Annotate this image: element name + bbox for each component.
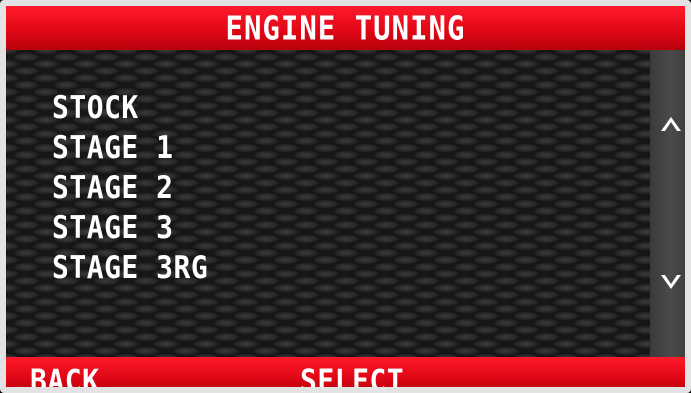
menu-item-stage-3[interactable]: STAGE 3 xyxy=(52,206,208,250)
device-screen: ENGINE TUNING STOCK STAGE 1 STAGE 2 STAG… xyxy=(0,0,691,393)
menu-item-stage-2[interactable]: STAGE 2 xyxy=(52,166,208,210)
chevron-down-icon-shape xyxy=(660,275,681,289)
menu-panel: STOCK STAGE 1 STAGE 2 STAGE 3 STAGE 3RG xyxy=(6,50,650,357)
scrollbar[interactable] xyxy=(650,50,685,357)
menu-item-stage-3rg[interactable]: STAGE 3RG xyxy=(52,246,208,290)
chevron-up-icon-shape xyxy=(660,117,681,131)
back-button[interactable]: BACK xyxy=(30,363,99,387)
select-button[interactable]: SELECT xyxy=(300,363,404,387)
page-title: ENGINE TUNING xyxy=(225,8,466,48)
menu-item-stock[interactable]: STOCK xyxy=(52,86,208,130)
title-bar: ENGINE TUNING xyxy=(6,6,685,50)
menu-item-stage-1[interactable]: STAGE 1 xyxy=(52,126,208,170)
tuning-menu: STOCK STAGE 1 STAGE 2 STAGE 3 STAGE 3RG xyxy=(52,88,208,288)
chevron-down-icon[interactable] xyxy=(650,268,685,296)
bottom-bar: BACK SELECT xyxy=(6,357,685,387)
chevron-up-icon[interactable] xyxy=(650,110,685,138)
